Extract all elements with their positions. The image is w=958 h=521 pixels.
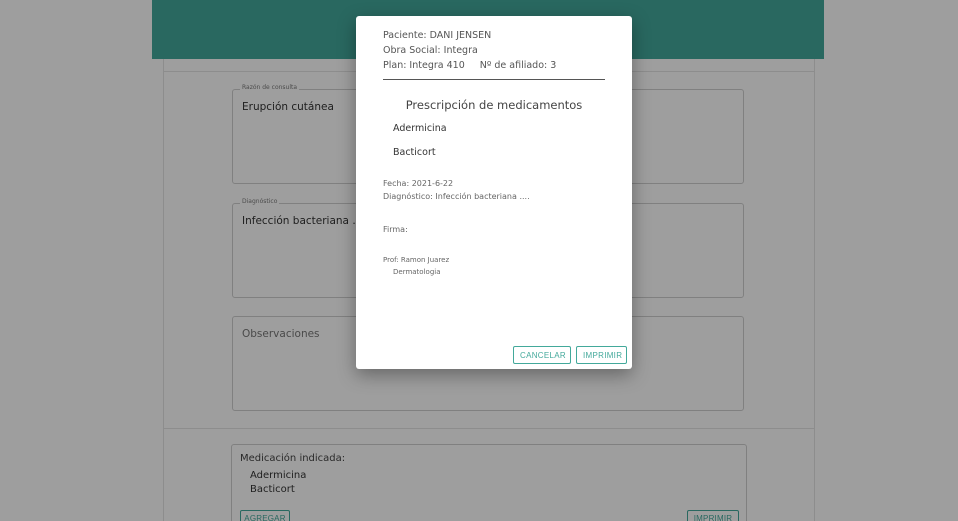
- print-button[interactable]: IMPRIMIR: [576, 346, 627, 364]
- patient-affiliate-number: Nº de afiliado: 3: [479, 60, 557, 71]
- prescription-dialog: Paciente: DANI JENSEN Obra Social: Integ…: [356, 16, 632, 369]
- viewport: Razón de consulta Erupción cutánea Diagn…: [0, 0, 958, 521]
- dialog-title: Prescripción de medicamentos: [405, 98, 583, 112]
- prescription-date: Fecha: 2021-6-22: [383, 179, 454, 188]
- header-divider: [383, 79, 605, 80]
- cancel-button[interactable]: CANCELAR: [513, 346, 571, 364]
- prescription-item: Adermicina: [393, 123, 447, 134]
- prescription-diagnosis: Diagnóstico: Infección bacteriana ....: [383, 192, 530, 201]
- patient-plan: Plan: Integra 410: [383, 60, 465, 71]
- patient-plan-row: Plan: Integra 410 Nº de afiliado: 3: [383, 60, 556, 71]
- patient-insurance: Obra Social: Integra: [383, 45, 478, 56]
- signature-label: Firma:: [383, 225, 408, 234]
- prescription-item: Bacticort: [393, 147, 436, 158]
- doctor-name: Prof: Ramon Juarez: [383, 256, 450, 264]
- doctor-specialty: Dermatologia: [393, 268, 441, 276]
- patient-name: Paciente: DANI JENSEN: [383, 30, 492, 41]
